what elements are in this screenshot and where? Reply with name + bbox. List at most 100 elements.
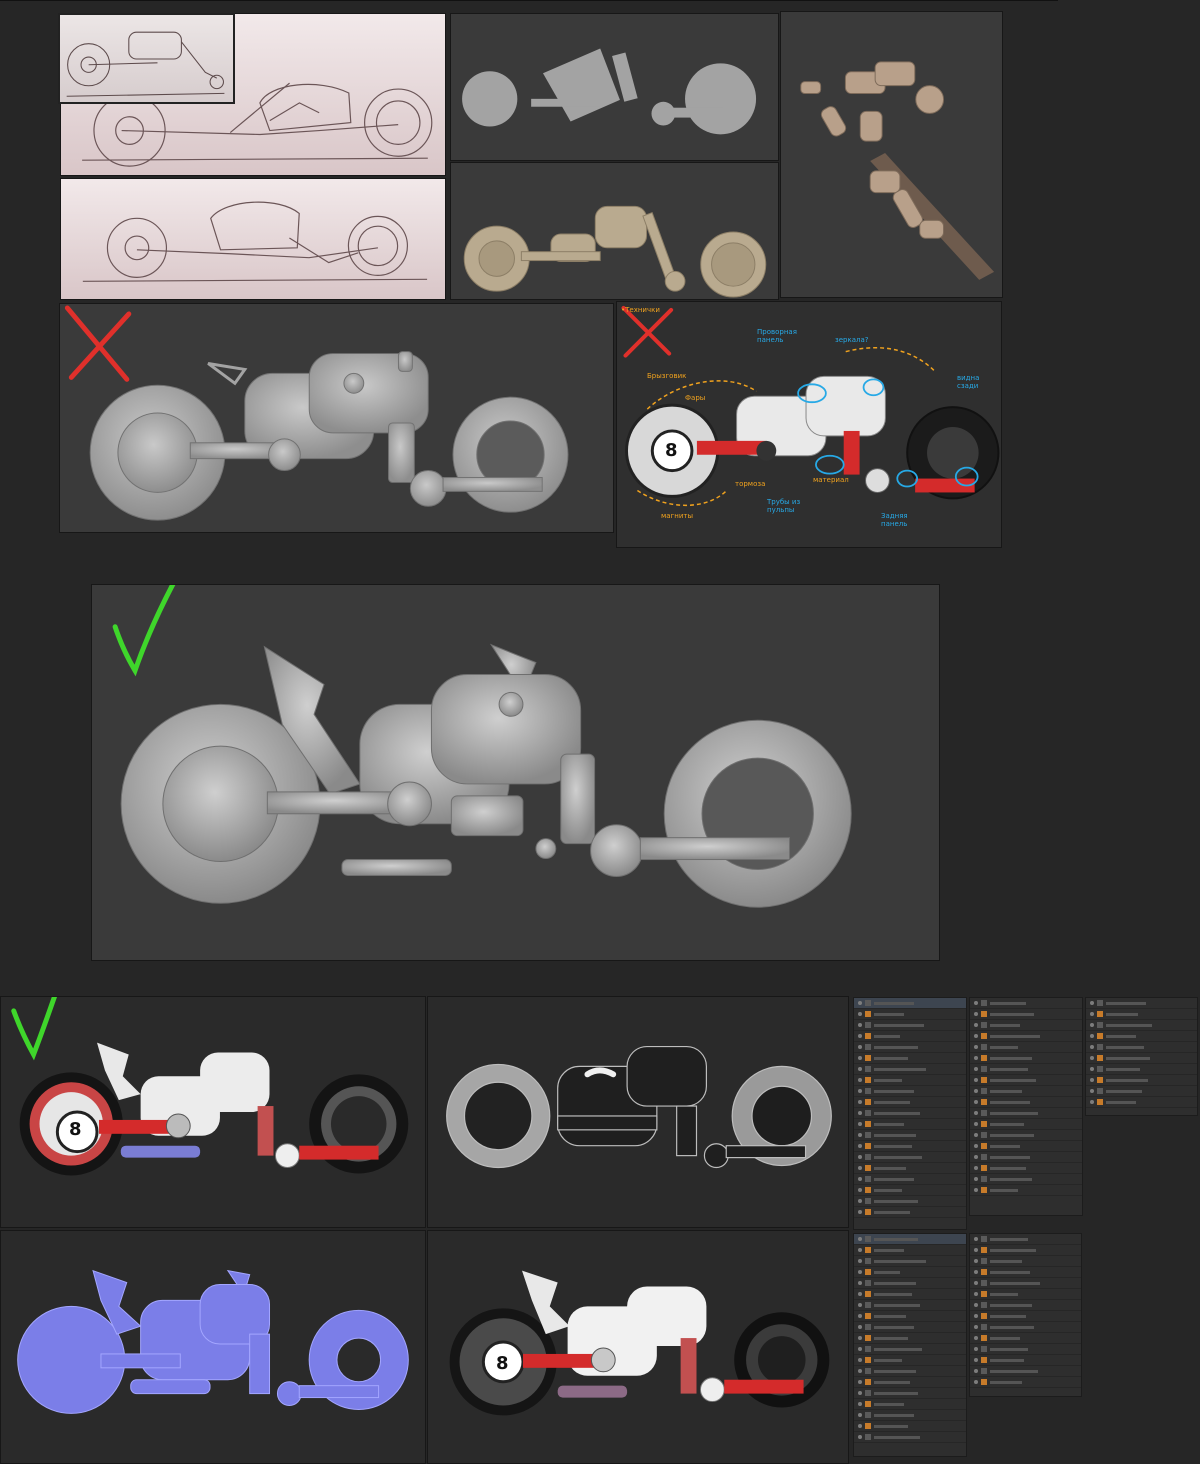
- layer-row[interactable]: [854, 1086, 966, 1097]
- layer-row[interactable]: [1086, 1053, 1197, 1064]
- layer-row[interactable]: [854, 1119, 966, 1130]
- layer-row[interactable]: [854, 1388, 966, 1399]
- layer-row[interactable]: [854, 1174, 966, 1185]
- layer-row[interactable]: [854, 1322, 966, 1333]
- layer-row[interactable]: [854, 1410, 966, 1421]
- layer-row[interactable]: [970, 1020, 1082, 1031]
- layer-row[interactable]: [970, 1031, 1082, 1042]
- annotation-panel-top: Проворная панель: [757, 328, 797, 344]
- layer-row[interactable]: [854, 1245, 966, 1256]
- layer-row[interactable]: [970, 1042, 1082, 1053]
- blockout-silhouette-panel: [450, 13, 779, 161]
- viewport-normal[interactable]: [0, 1230, 426, 1464]
- annotation-rear: Задняя панель: [881, 512, 908, 528]
- layer-row[interactable]: [854, 1344, 966, 1355]
- layer-row[interactable]: [970, 1289, 1081, 1300]
- layer-row[interactable]: [970, 1355, 1081, 1366]
- layer-row[interactable]: [854, 1053, 966, 1064]
- approved-bike-render: [120, 643, 852, 908]
- layer-stack-3[interactable]: [1085, 997, 1198, 1116]
- layer-row[interactable]: [970, 1245, 1081, 1256]
- layer-row[interactable]: [970, 1300, 1081, 1311]
- layer-row[interactable]: [1086, 1042, 1197, 1053]
- layer-row[interactable]: [854, 1020, 966, 1031]
- layer-row[interactable]: [854, 1377, 966, 1388]
- layer-row[interactable]: [970, 1234, 1081, 1245]
- layer-row[interactable]: [854, 1152, 966, 1163]
- layer-row[interactable]: [1086, 1086, 1197, 1097]
- layer-row[interactable]: [970, 1311, 1081, 1322]
- layer-row[interactable]: [970, 1130, 1082, 1141]
- concept-sketch-side-b: [60, 178, 446, 300]
- layer-row[interactable]: [854, 1031, 966, 1042]
- layer-row[interactable]: [1086, 998, 1197, 1009]
- layer-row[interactable]: [970, 1152, 1082, 1163]
- layer-stack-5[interactable]: [969, 1233, 1082, 1397]
- layer-row[interactable]: [970, 1185, 1082, 1196]
- blockout-silhouette: [462, 48, 757, 135]
- layer-row[interactable]: [854, 1130, 966, 1141]
- layer-row[interactable]: [970, 1278, 1081, 1289]
- rejected-bike-render-1: [89, 351, 569, 521]
- layer-row[interactable]: [970, 1009, 1082, 1020]
- layer-row[interactable]: [1086, 1075, 1197, 1086]
- annotation-round-light: Фары: [685, 394, 706, 402]
- layer-row[interactable]: [854, 1256, 966, 1267]
- layer-row[interactable]: [854, 1311, 966, 1322]
- layer-row[interactable]: [970, 1256, 1081, 1267]
- layer-row[interactable]: [970, 1097, 1082, 1108]
- layer-row[interactable]: [854, 1333, 966, 1344]
- layer-row[interactable]: [970, 1322, 1081, 1333]
- layer-row[interactable]: [854, 1196, 966, 1207]
- layer-row[interactable]: [970, 1141, 1082, 1152]
- layer-row[interactable]: [854, 1366, 966, 1377]
- layer-row[interactable]: [854, 1278, 966, 1289]
- layer-row[interactable]: [970, 1053, 1082, 1064]
- layer-stack-1[interactable]: [853, 997, 967, 1230]
- layer-row[interactable]: [1086, 1064, 1197, 1075]
- viewport-roughness[interactable]: [427, 996, 849, 1228]
- layer-row[interactable]: [854, 1300, 966, 1311]
- layer-row[interactable]: [1086, 1031, 1197, 1042]
- layer-row[interactable]: [970, 1344, 1081, 1355]
- layer-row[interactable]: [854, 1042, 966, 1053]
- layer-row[interactable]: [970, 1174, 1082, 1185]
- layer-row[interactable]: [970, 1086, 1082, 1097]
- layer-row[interactable]: [854, 1163, 966, 1174]
- clay-blockout: [463, 205, 767, 298]
- layer-row[interactable]: [854, 1108, 966, 1119]
- layer-row[interactable]: [970, 1108, 1082, 1119]
- layer-row[interactable]: [970, 1119, 1082, 1130]
- layer-row[interactable]: [970, 1163, 1082, 1174]
- layer-row[interactable]: [854, 1064, 966, 1075]
- layer-row[interactable]: [1086, 1009, 1197, 1020]
- layer-row[interactable]: [854, 1009, 966, 1020]
- layer-row[interactable]: [970, 1366, 1081, 1377]
- badge-number-final: 8: [496, 1353, 509, 1374]
- layer-row[interactable]: [970, 1267, 1081, 1278]
- layer-row[interactable]: [854, 1234, 966, 1245]
- layer-row[interactable]: [854, 1185, 966, 1196]
- layer-row[interactable]: [854, 1141, 966, 1152]
- layer-row[interactable]: [854, 1355, 966, 1366]
- layer-row[interactable]: [854, 1075, 966, 1086]
- layer-row[interactable]: [854, 1289, 966, 1300]
- layer-row[interactable]: [854, 998, 966, 1009]
- layer-row[interactable]: [970, 1075, 1082, 1086]
- layer-row[interactable]: [854, 1421, 966, 1432]
- layer-row[interactable]: [854, 1207, 966, 1218]
- viewport-final-render[interactable]: 8: [427, 1230, 849, 1464]
- layer-row[interactable]: [854, 1399, 966, 1410]
- layer-row[interactable]: [970, 1064, 1082, 1075]
- layer-row[interactable]: [970, 1333, 1081, 1344]
- layer-stack-2[interactable]: [969, 997, 1083, 1216]
- layer-row[interactable]: [970, 1377, 1081, 1388]
- layer-row[interactable]: [854, 1432, 966, 1443]
- layer-row[interactable]: [1086, 1020, 1197, 1031]
- layer-row[interactable]: [854, 1267, 966, 1278]
- viewport-basecolor[interactable]: 8: [0, 996, 426, 1228]
- layer-stack-4[interactable]: [853, 1233, 967, 1457]
- layer-row[interactable]: [970, 998, 1082, 1009]
- layer-row[interactable]: [1086, 1097, 1197, 1108]
- layer-row[interactable]: [854, 1097, 966, 1108]
